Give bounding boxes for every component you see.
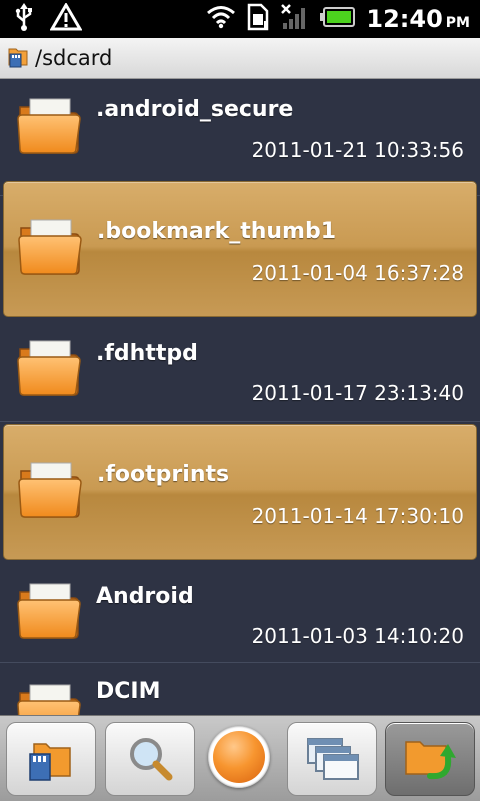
home-orb-button[interactable]	[208, 726, 270, 788]
sdcard-folder-icon	[29, 743, 71, 781]
file-name: .footprints	[97, 462, 230, 487]
file-row[interactable]: .android_secure 2011-01-21 10:33:56	[0, 79, 480, 196]
file-date: 2011-01-21 10:33:56	[251, 138, 464, 162]
status-clock: 12:40 PM	[366, 5, 470, 33]
current-path: /sdcard	[35, 46, 113, 70]
file-list[interactable]: .android_secure 2011-01-21 10:33:56 .boo…	[0, 79, 480, 715]
folder-icon	[15, 214, 87, 278]
wifi-icon	[206, 5, 236, 33]
file-name: Android	[96, 584, 194, 609]
windows-icon	[307, 738, 359, 780]
file-date: 2011-01-17 23:13:40	[251, 381, 464, 405]
file-name: DCIM	[96, 679, 161, 704]
folder-icon	[15, 457, 87, 521]
file-row-selected[interactable]: .bookmark_thumb1 2011-01-04 16:37:28	[3, 181, 477, 317]
file-name: .fdhttpd	[96, 341, 198, 366]
search-button[interactable]	[105, 722, 195, 796]
file-name: .android_secure	[96, 97, 294, 122]
folder-icon	[14, 93, 86, 157]
file-date: 2011-01-04 16:37:28	[251, 261, 464, 285]
file-date: 2011-01-03 14:10:20	[251, 624, 464, 648]
file-row[interactable]: Android 2011-01-03 14:10:20	[0, 564, 480, 663]
status-bar: 12:40 PM	[0, 0, 480, 38]
file-row-selected[interactable]: .footprints 2011-01-14 17:30:10	[3, 424, 477, 560]
magnifier-icon	[130, 738, 173, 781]
file-row[interactable]: DCIM	[0, 665, 480, 715]
sdcard-button[interactable]	[6, 722, 96, 796]
sim-icon	[246, 3, 270, 35]
folder-icon	[14, 578, 86, 642]
folder-refresh-icon	[405, 741, 456, 780]
usb-icon	[14, 3, 34, 35]
windows-button[interactable]	[287, 722, 377, 796]
file-date: 2011-01-14 17:30:10	[251, 504, 464, 528]
file-name: .bookmark_thumb1	[97, 219, 337, 244]
path-bar: /sdcard	[0, 38, 480, 79]
folder-icon	[14, 335, 86, 399]
sdcard-folder-icon	[0, 43, 31, 73]
battery-icon	[320, 6, 356, 32]
warning-icon	[49, 2, 83, 35]
clock-time: 12:40	[366, 5, 443, 33]
folder-icon	[14, 679, 86, 715]
file-row[interactable]: .fdhttpd 2011-01-17 23:13:40	[0, 321, 480, 422]
bottom-toolbar	[0, 715, 480, 801]
clock-ampm: PM	[445, 15, 470, 31]
signal-icon	[280, 3, 310, 35]
refresh-folder-button[interactable]	[385, 722, 475, 796]
orb-icon	[213, 731, 265, 783]
